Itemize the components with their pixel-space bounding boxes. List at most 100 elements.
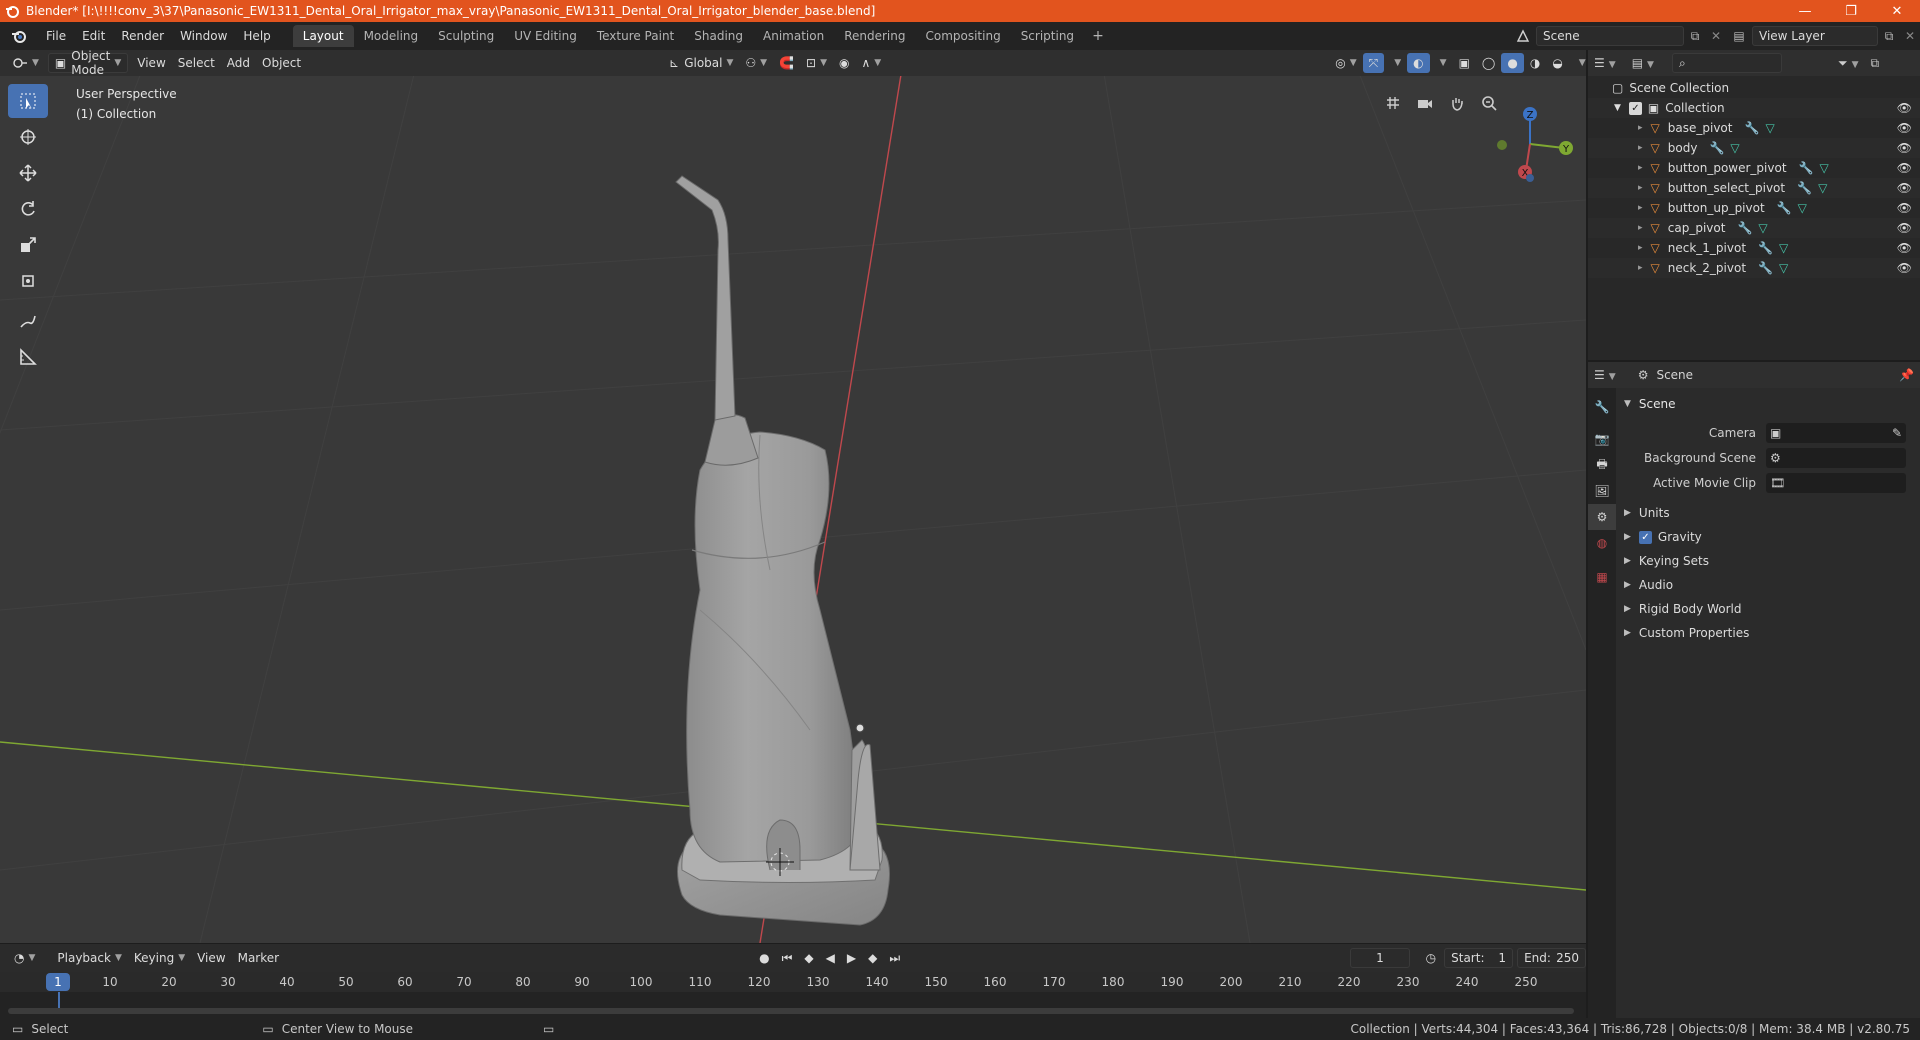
expand-toggle-icon[interactable]: ▸ (1638, 223, 1643, 233)
tab-animation[interactable]: Animation (753, 25, 834, 47)
grid-view-icon[interactable] (1380, 90, 1406, 116)
modifier-icon[interactable]: 🔧 (1777, 201, 1792, 215)
world-tab-icon[interactable]: ◍ (1588, 530, 1616, 556)
rigid-body-world-panel[interactable]: ▶ Rigid Body World (1618, 597, 1916, 621)
cursor-tool[interactable] (8, 120, 48, 154)
rendered-shading-icon[interactable]: ◒ (1546, 53, 1568, 73)
outliner-object[interactable]: ▸ ▽ neck_2_pivot 🔧 ▽ 👁 (1588, 258, 1920, 278)
texture-tab-icon[interactable]: ▦ (1588, 564, 1616, 590)
visibility-eye-icon[interactable]: 👁 (1897, 161, 1912, 175)
modifier-icon[interactable]: 🔧 (1709, 141, 1724, 155)
scene-type-icon[interactable] (1510, 29, 1536, 43)
expand-toggle-icon[interactable]: ▸ (1638, 123, 1643, 133)
tab-sculpting[interactable]: Sculpting (428, 25, 504, 47)
expand-toggle-icon[interactable]: ▸ (1638, 203, 1643, 213)
tab-texture-paint[interactable]: Texture Paint (587, 25, 684, 47)
timeline-scrollbar[interactable] (8, 1008, 1574, 1014)
new-view-layer-icon[interactable]: ⧉ (1878, 29, 1900, 44)
pan-view-icon[interactable] (1444, 90, 1470, 116)
current-frame-marker[interactable]: 1 (46, 973, 70, 991)
mesh-data-icon[interactable]: ▽ (1779, 261, 1788, 275)
timeline-area[interactable]: 1 10 20 30 40 50 60 70 80 90 100 110 120… (0, 972, 1586, 1018)
annotate-tool[interactable] (8, 304, 48, 338)
modifier-icon[interactable]: 🔧 (1737, 221, 1752, 235)
units-panel[interactable]: ▶ Units (1618, 501, 1916, 525)
outliner-object[interactable]: ▸ ▽ body 🔧 ▽ 👁 (1588, 138, 1920, 158)
properties-editor-type-icon[interactable]: ☰ ▼ (1594, 368, 1616, 382)
tab-shading[interactable]: Shading (684, 25, 753, 47)
prev-keyframe-button[interactable]: ◆ (798, 948, 819, 968)
modifier-icon[interactable]: 🔧 (1799, 161, 1814, 175)
snap-icon[interactable]: 🧲 (773, 53, 800, 73)
mesh-data-icon[interactable]: ▽ (1798, 201, 1807, 215)
active-movie-clip-field[interactable]: 🎞 (1766, 472, 1906, 493)
end-frame-field[interactable]: End: 250 (1517, 948, 1586, 968)
play-button[interactable]: ▶ (841, 948, 862, 968)
expand-toggle-icon[interactable]: ▸ (1638, 163, 1643, 173)
background-scene-field[interactable]: ⚙ (1766, 447, 1906, 468)
start-frame-field[interactable]: Start: 1 (1444, 948, 1514, 968)
jump-start-button[interactable]: ⏮ (776, 948, 799, 968)
tab-uv-editing[interactable]: UV Editing (504, 25, 587, 47)
display-mode-icon[interactable]: ▤ ▼ (1632, 56, 1654, 70)
modifier-icon[interactable]: 🔧 (1758, 241, 1773, 255)
select-box-tool[interactable] (8, 84, 48, 118)
close-button[interactable]: ✕ (1874, 0, 1920, 22)
menu-edit[interactable]: Edit (74, 25, 113, 47)
gravity-checkbox[interactable]: ✓ (1638, 530, 1652, 544)
mesh-data-icon[interactable]: ▽ (1730, 141, 1739, 155)
frame-ruler[interactable]: 1 10 20 30 40 50 60 70 80 90 100 110 120… (0, 972, 1586, 992)
delete-view-layer-icon[interactable]: ✕ (1900, 29, 1920, 43)
jump-end-button[interactable]: ⏭ (883, 948, 906, 968)
tool-tab-icon[interactable]: 🔧 (1588, 394, 1616, 420)
marker-menu[interactable]: Marker (232, 948, 285, 968)
outliner-object[interactable]: ▸ ▽ neck_1_pivot 🔧 ▽ 👁 (1588, 238, 1920, 258)
shading-options-icon[interactable]: ▼ (1569, 53, 1592, 73)
xray-toggle-icon[interactable]: ▣ (1453, 53, 1476, 73)
new-collection-icon[interactable]: ⧉ (1870, 56, 1879, 71)
tab-scripting[interactable]: Scripting (1011, 25, 1084, 47)
eyedropper-icon[interactable]: ✎ (1892, 426, 1902, 440)
menu-file[interactable]: File (38, 25, 74, 47)
visibility-eye-icon[interactable]: 👁 (1897, 101, 1912, 115)
expand-toggle-icon[interactable]: ▸ (1638, 143, 1643, 153)
tab-compositing[interactable]: Compositing (915, 25, 1010, 47)
move-tool[interactable] (8, 156, 48, 190)
outliner-search-input[interactable]: ⌕ (1671, 53, 1782, 73)
visibility-eye-icon[interactable]: 👁 (1897, 261, 1912, 275)
visibility-eye-icon[interactable]: 👁 (1897, 141, 1912, 155)
render-tab-icon[interactable]: 📷 (1588, 426, 1616, 452)
mesh-data-icon[interactable]: ▽ (1758, 221, 1767, 235)
mesh-data-icon[interactable]: ▽ (1820, 161, 1829, 175)
gravity-panel[interactable]: ▶ ✓ Gravity (1618, 525, 1916, 549)
mode-dropdown[interactable]: ▣ Object Mode ▼ (47, 49, 129, 77)
overlay-toggle-icon[interactable]: ◐ (1407, 53, 1430, 73)
modifier-icon[interactable]: 🔧 (1758, 261, 1773, 275)
visibility-eye-icon[interactable]: 👁 (1897, 201, 1912, 215)
outliner-scene-collection[interactable]: ▢ Scene Collection (1588, 78, 1920, 98)
menu-render[interactable]: Render (113, 25, 172, 47)
outliner-object[interactable]: ▸ ▽ button_power_pivot 🔧 ▽ 👁 (1588, 158, 1920, 178)
delete-scene-icon[interactable]: ✕ (1706, 29, 1726, 43)
scene-panel-header[interactable]: ▼ Scene (1618, 392, 1916, 416)
camera-view-icon[interactable] (1412, 90, 1438, 116)
outliner-object[interactable]: ▸ ▽ cap_pivot 🔧 ▽ 👁 (1588, 218, 1920, 238)
scene-tab-icon[interactable]: ⚙ (1588, 504, 1616, 530)
view-layer-selector[interactable]: View Layer (1752, 26, 1878, 46)
expand-toggle-icon[interactable]: ▼ (1614, 103, 1621, 113)
mesh-data-icon[interactable]: ▽ (1779, 241, 1788, 255)
visibility-icon[interactable]: ◎ ▼ (1329, 53, 1362, 73)
exclude-checkbox[interactable]: ✓ (1628, 101, 1642, 115)
outliner-collection[interactable]: ▼ ✓ ▣ Collection 👁 (1588, 98, 1920, 118)
tab-modeling[interactable]: Modeling (354, 25, 429, 47)
modifier-icon[interactable]: 🔧 (1744, 121, 1759, 135)
current-frame-field[interactable]: 1 (1350, 948, 1410, 968)
next-keyframe-button[interactable]: ◆ (862, 948, 883, 968)
menu-select[interactable]: Select (172, 53, 221, 73)
orientation-dropdown[interactable]: ⊾ Global ▼ (663, 53, 739, 73)
outliner-object[interactable]: ▸ ▽ button_up_pivot 🔧 ▽ 👁 (1588, 198, 1920, 218)
visibility-eye-icon[interactable]: 👁 (1897, 241, 1912, 255)
audio-panel[interactable]: ▶ Audio (1618, 573, 1916, 597)
mesh-data-icon[interactable]: ▽ (1765, 121, 1774, 135)
scale-tool[interactable] (8, 228, 48, 262)
